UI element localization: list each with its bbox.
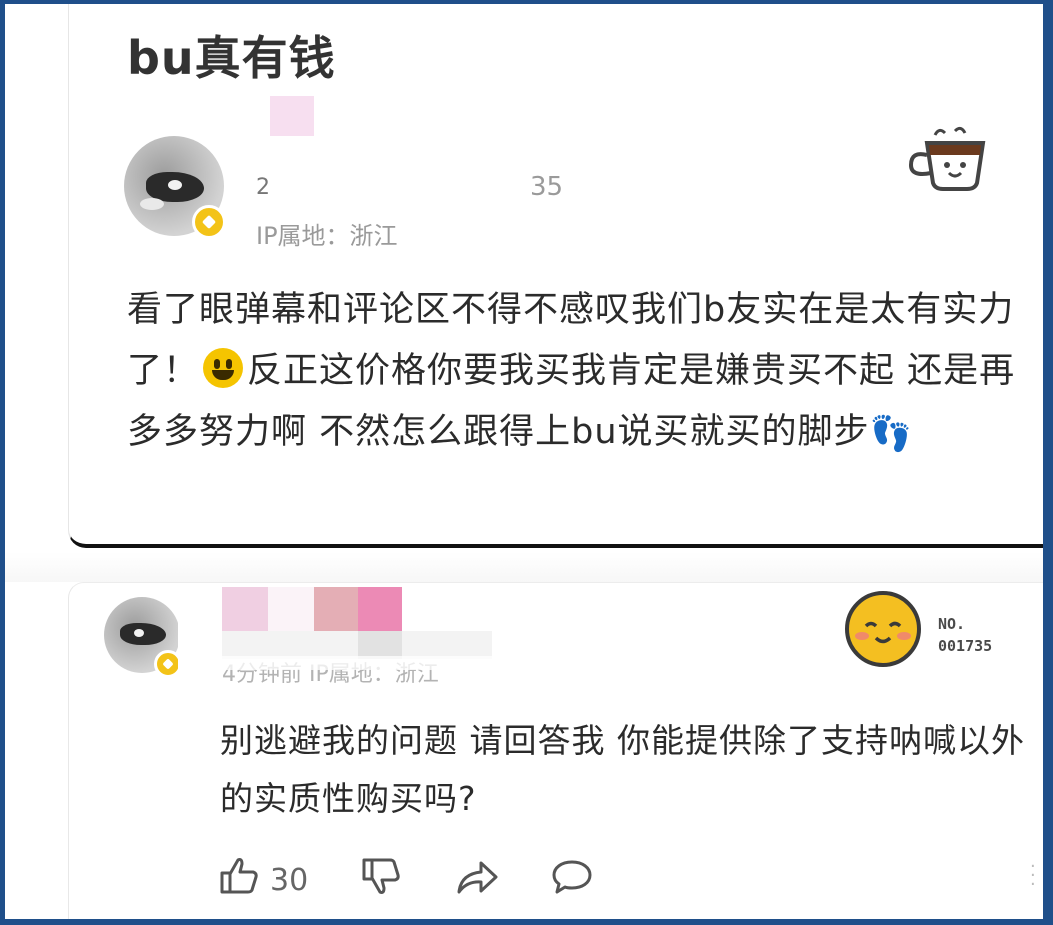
post-title: bu真有钱 [127,31,336,85]
reply-text: 别逃避我的问题 请回答我 你能提供除了支持呐喊以外的实质性购买吗? [220,721,1025,818]
ip-location: IP属地：浙江 [256,222,398,250]
divider [0,552,1043,582]
post-time: 35 [530,172,564,202]
coffee-cup-sticker-icon [905,125,997,193]
comment-text: 看了眼弹幕和评论区不得不感叹我们b友实在是太有实力了！ 反正这价格你要我买我肯定是… [127,280,1032,465]
fan-number-value: 001735 [938,637,993,655]
share-arrow-icon [455,861,499,900]
blur-overlay [222,656,512,670]
smile-emoji-icon [203,348,244,388]
footprints-icon: 👣 [869,414,913,454]
like-count: 30 [270,862,309,898]
thumbs-up-icon [218,856,260,904]
username[interactable]: 2 [256,175,270,200]
like-button[interactable]: 30 [218,856,308,904]
thumbs-down-icon [360,858,402,900]
verified-badge-icon [192,205,226,239]
comment-bubble-icon [550,860,594,900]
share-button[interactable] [455,858,499,900]
reply-button[interactable] [550,858,594,900]
fan-number-badge: NO. 001735 [938,613,992,657]
more-options-icon[interactable]: · · · [1030,858,1036,894]
smiley-face-sticker-icon [844,590,922,668]
dislike-button[interactable] [360,856,402,900]
blurred-username-fragment [270,96,314,136]
fan-number-label: NO. [938,615,966,633]
